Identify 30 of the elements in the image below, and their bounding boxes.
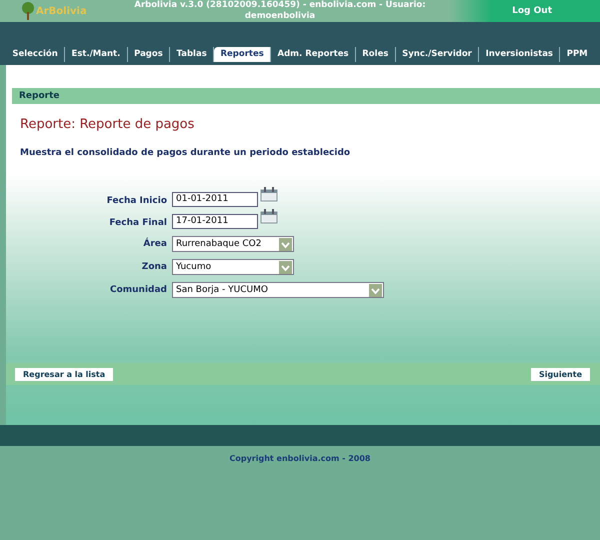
next-button[interactable]: Siguiente	[530, 368, 590, 381]
field-label: Fecha Final	[108, 218, 168, 228]
tab[interactable]: Inversionistas	[479, 47, 560, 62]
tree-icon	[20, 2, 36, 20]
date-field[interactable]: 01-01-2011	[172, 192, 258, 207]
calendar-icon[interactable]	[260, 186, 278, 202]
tab[interactable]: Est./Mant.	[65, 47, 128, 62]
copyright: Copyright enbolivia.com - 2008	[228, 454, 372, 463]
calendar-icon[interactable]	[260, 208, 278, 224]
field-label: Comunidad	[108, 285, 168, 295]
tab[interactable]: PPM	[560, 47, 594, 62]
dropdown[interactable]: Yucumo	[172, 259, 294, 275]
tab[interactable]: Adm. Reportes	[271, 47, 356, 62]
dropdown[interactable]: San Borja - YUCUMO	[172, 282, 384, 298]
tab[interactable]: Reportes	[214, 47, 272, 62]
tab[interactable]: Pagos	[128, 47, 170, 62]
dropdown[interactable]: Rurrenabaque CO2	[172, 236, 294, 252]
tab[interactable]: Roles	[356, 47, 396, 62]
section-bar: Reporte	[12, 88, 600, 104]
field-label: Área	[142, 239, 168, 249]
date-field[interactable]: 17-01-2011	[172, 214, 258, 229]
description: Muestra el consolidado de pagos durante un periodo establecido	[20, 148, 352, 158]
back-button[interactable]: Regresar a la lista	[15, 368, 114, 381]
app-title: Arbolivia v.3.0 (28102009.160459) - enbolivia.com - Usuario: demoenbolivia	[133, 0, 427, 22]
field-label: Fecha Inicio	[106, 196, 168, 206]
page-heading: Reporte: Reporte de pagos	[20, 117, 196, 132]
tab[interactable]: Selección	[6, 47, 66, 62]
logo: ArBolivia	[20, 2, 130, 20]
field-label: Zona	[140, 262, 168, 272]
tab[interactable]: Sync./Servidor	[396, 47, 480, 62]
